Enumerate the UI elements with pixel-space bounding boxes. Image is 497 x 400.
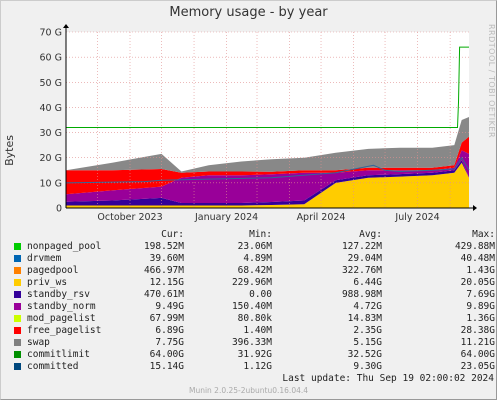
legend-max: 7.69G bbox=[466, 289, 495, 300]
legend-row-nonpaged-pool: nonpaged_pool 198.52M 23.06M 127.22M 429.88M bbox=[12, 241, 495, 253]
legend-name: free_pagelist bbox=[27, 325, 102, 336]
legend-max: 64.00G bbox=[460, 349, 495, 360]
legend-avg: 6.44G bbox=[353, 277, 382, 288]
legend-cur: 12.15G bbox=[149, 277, 184, 288]
legend-header: Cur: Min: Avg: Max: bbox=[12, 229, 495, 241]
legend-min: 23.06M bbox=[237, 241, 272, 252]
legend-max: 429.88M bbox=[454, 241, 495, 252]
legend-max: 23.05G bbox=[460, 361, 495, 372]
legend-min: 229.96M bbox=[231, 277, 272, 288]
legend-name: commitlimit bbox=[27, 349, 90, 360]
legend-row-swap: swap 7.75G 396.33M 5.15G 11.21G bbox=[12, 337, 495, 349]
legend-min: 80.80k bbox=[237, 313, 272, 324]
y-axis-arrow bbox=[63, 24, 69, 28]
legend-avg: 29.04M bbox=[347, 253, 382, 264]
legend-cur: 470.61M bbox=[143, 289, 184, 300]
legend-swatch bbox=[14, 279, 21, 286]
legend-row-drvmem: drvmem 39.60M 4.89M 29.04M 40.48M bbox=[12, 253, 495, 265]
y-tick-label: 40 G bbox=[40, 103, 62, 114]
y-tick-label: 30 G bbox=[40, 128, 62, 139]
legend-row-standby-rsv: standby_rsv 470.61M 0.00 988.98M 7.69G bbox=[12, 289, 495, 301]
legend-cur: 7.75G bbox=[155, 337, 184, 348]
legend-min: 31.92G bbox=[237, 349, 272, 360]
legend-swatch bbox=[14, 243, 21, 250]
last-update: Last update: Thu Sep 19 02:00:02 2024 bbox=[282, 373, 494, 384]
legend-max: 1.43G bbox=[466, 265, 495, 276]
header-min: Min: bbox=[249, 229, 272, 240]
x-axis-arrow bbox=[473, 205, 477, 211]
y-tick-label: 10 G bbox=[40, 178, 62, 189]
y-tick-label: 60 G bbox=[40, 53, 62, 64]
legend-row-mod-pagelist: mod_pagelist 67.99M 80.80k 14.83M 1.36G bbox=[12, 313, 495, 325]
header-avg: Avg: bbox=[359, 229, 382, 240]
legend-name: standby_norm bbox=[27, 301, 96, 312]
legend-min: 150.40M bbox=[231, 301, 272, 312]
legend-avg: 32.52G bbox=[347, 349, 382, 360]
legend-name: swap bbox=[27, 337, 50, 348]
legend-swatch bbox=[14, 267, 21, 274]
legend-row-priv-ws: priv_ws 12.15G 229.96M 6.44G 20.05G bbox=[12, 277, 495, 289]
legend-name: drvmem bbox=[27, 253, 62, 264]
legend-cur: 64.00G bbox=[149, 349, 184, 360]
legend-max: 11.21G bbox=[460, 337, 495, 348]
x-tick-label: April 2024 bbox=[297, 212, 346, 223]
legend-max: 28.38G bbox=[460, 325, 495, 336]
y-tick-label: 70 G bbox=[40, 28, 62, 39]
legend-cur: 9.49G bbox=[155, 301, 184, 312]
y-tick-label: 20 G bbox=[40, 153, 62, 164]
legend-name: priv_ws bbox=[27, 277, 68, 288]
legend-min: 1.12G bbox=[243, 361, 272, 372]
legend-min: 4.89M bbox=[243, 253, 272, 264]
y-tick-label: 0 bbox=[56, 204, 62, 215]
legend-max: 40.48M bbox=[460, 253, 495, 264]
legend-name: nonpaged_pool bbox=[27, 241, 102, 252]
legend-avg: 127.22M bbox=[341, 241, 382, 252]
y-tick-label: 50 G bbox=[40, 78, 62, 89]
legend-row-commitlimit: commitlimit 64.00G 31.92G 32.52G 64.00G bbox=[12, 349, 495, 361]
legend-max: 20.05G bbox=[460, 277, 495, 288]
legend-cur: 466.97M bbox=[143, 265, 184, 276]
legend-avg: 14.83M bbox=[347, 313, 382, 324]
legend-swatch bbox=[14, 351, 21, 358]
legend-cur: 198.52M bbox=[143, 241, 184, 252]
legend-row-pagedpool: pagedpool 466.97M 68.42M 322.76M 1.43G bbox=[12, 265, 495, 277]
legend-swatch bbox=[14, 291, 21, 298]
legend-row-free-pagelist: free_pagelist 6.89G 1.40M 2.35G 28.38G bbox=[12, 325, 495, 337]
legend-swatch bbox=[14, 303, 21, 310]
x-tick-label: October 2023 bbox=[97, 212, 162, 223]
legend-avg: 9.30G bbox=[353, 361, 382, 372]
legend-max: 9.89G bbox=[466, 301, 495, 312]
legend-swatch bbox=[14, 315, 21, 322]
legend-avg: 322.76M bbox=[341, 265, 382, 276]
legend-swatch bbox=[14, 339, 21, 346]
legend-name: committed bbox=[27, 361, 79, 372]
legend-name: pagedpool bbox=[27, 265, 79, 276]
header-cur: Cur: bbox=[161, 229, 184, 240]
x-tick-label: January 2024 bbox=[194, 212, 258, 223]
legend-avg: 988.98M bbox=[341, 289, 382, 300]
legend-cur: 39.60M bbox=[149, 253, 184, 264]
legend-swatch bbox=[14, 363, 21, 370]
legend-min: 68.42M bbox=[237, 265, 272, 276]
legend-row-standby-norm: standby_norm 9.49G 150.40M 4.72G 9.89G bbox=[12, 301, 495, 313]
legend-name: standby_rsv bbox=[27, 289, 90, 300]
legend-avg: 2.35G bbox=[353, 325, 382, 336]
header-max: Max: bbox=[472, 229, 495, 240]
legend-cur: 15.14G bbox=[149, 361, 184, 372]
legend-min: 1.40M bbox=[243, 325, 272, 336]
legend-min: 396.33M bbox=[231, 337, 272, 348]
legend-max: 1.36G bbox=[466, 313, 495, 324]
legend-swatch bbox=[14, 255, 21, 262]
legend-cur: 6.89G bbox=[155, 325, 184, 336]
legend-avg: 5.15G bbox=[353, 337, 382, 348]
legend-min: 0.00 bbox=[249, 289, 272, 300]
x-tick-label: July 2024 bbox=[394, 212, 439, 223]
chart-plot: 0 10 G 20 G 30 G 40 G 50 G 60 G 70 G October 202… bbox=[40, 24, 477, 223]
legend-row-committed: committed 15.14G 1.12G 9.30G 23.05G bbox=[12, 361, 495, 373]
legend-cur: 67.99M bbox=[149, 313, 184, 324]
legend-swatch bbox=[14, 327, 21, 334]
legend-name: mod_pagelist bbox=[27, 313, 96, 324]
legend-avg: 4.72G bbox=[353, 301, 382, 312]
munin-version: Munin 2.0.25-2ubuntu0.16.04.4 bbox=[188, 386, 309, 395]
